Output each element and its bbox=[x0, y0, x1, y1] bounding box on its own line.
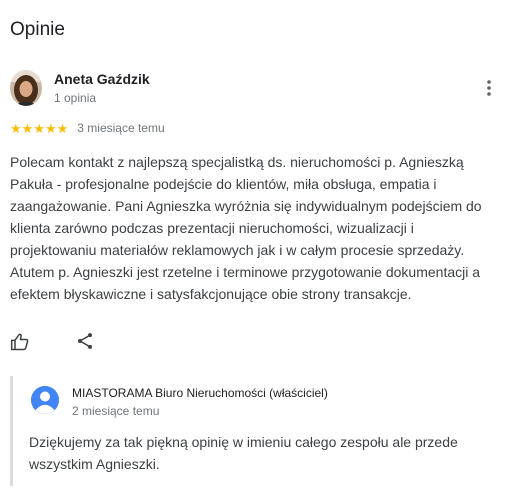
star-icon: ★ bbox=[21, 120, 34, 136]
person-icon bbox=[31, 386, 59, 414]
more-vert-icon bbox=[487, 80, 491, 96]
author-name[interactable]: Aneta Gaździk bbox=[54, 71, 150, 87]
author-review-count: 1 opinia bbox=[54, 91, 97, 105]
section-title: Opinie bbox=[10, 19, 65, 40]
owner-avatar[interactable] bbox=[31, 386, 59, 414]
owner-name: MIASTORAMA Biuro Nieruchomości (właścici… bbox=[72, 386, 328, 400]
rating-row: ★ ★ ★ ★ ★ 3 miesiące temu bbox=[10, 119, 165, 137]
star-icon: ★ bbox=[33, 120, 45, 136]
review-text: Polecam kontakt z najlepszą specjalistką… bbox=[10, 154, 482, 302]
star-icon: ★ bbox=[44, 120, 57, 136]
thumb-up-icon bbox=[10, 333, 29, 351]
review-date: 3 miesiące temu bbox=[77, 121, 165, 135]
star-icon: ★ bbox=[56, 120, 69, 136]
author-photo bbox=[10, 70, 42, 106]
share-icon bbox=[78, 333, 92, 349]
star-rating: ★ ★ ★ ★ ★ bbox=[10, 122, 68, 135]
like-button[interactable] bbox=[9, 331, 31, 353]
author-avatar[interactable] bbox=[10, 70, 42, 106]
owner-reply-text: Dziękujemy za tak piękną opinię w imieni… bbox=[29, 434, 458, 472]
reply-indent-bar bbox=[10, 376, 13, 486]
star-icon: ★ bbox=[10, 120, 22, 136]
more-options-button[interactable] bbox=[480, 76, 498, 100]
share-button[interactable] bbox=[74, 330, 96, 352]
owner-reply-date: 2 miesiące temu bbox=[72, 404, 160, 418]
